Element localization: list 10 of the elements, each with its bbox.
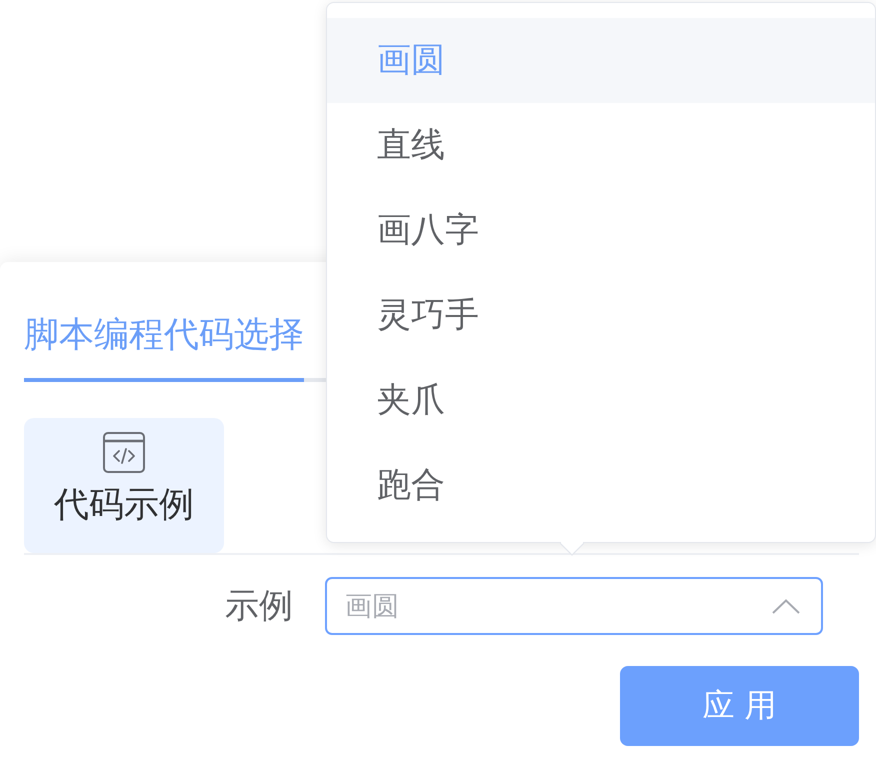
dropdown-option[interactable]: 夹爪 (327, 358, 875, 443)
dropdown-option[interactable]: 跑合 (327, 443, 875, 528)
category-card[interactable]: 代码示例 (24, 418, 224, 553)
field-label: 示例 (224, 585, 293, 628)
category-label: 代码示例 (54, 484, 194, 527)
dropdown-option[interactable]: 灵巧手 (327, 273, 875, 358)
dropdown-option[interactable]: 直线 (327, 103, 875, 188)
select-field[interactable]: 画圆 (325, 577, 823, 635)
code-icon (103, 432, 145, 473)
dropdown-option[interactable]: 画八字 (327, 188, 875, 273)
